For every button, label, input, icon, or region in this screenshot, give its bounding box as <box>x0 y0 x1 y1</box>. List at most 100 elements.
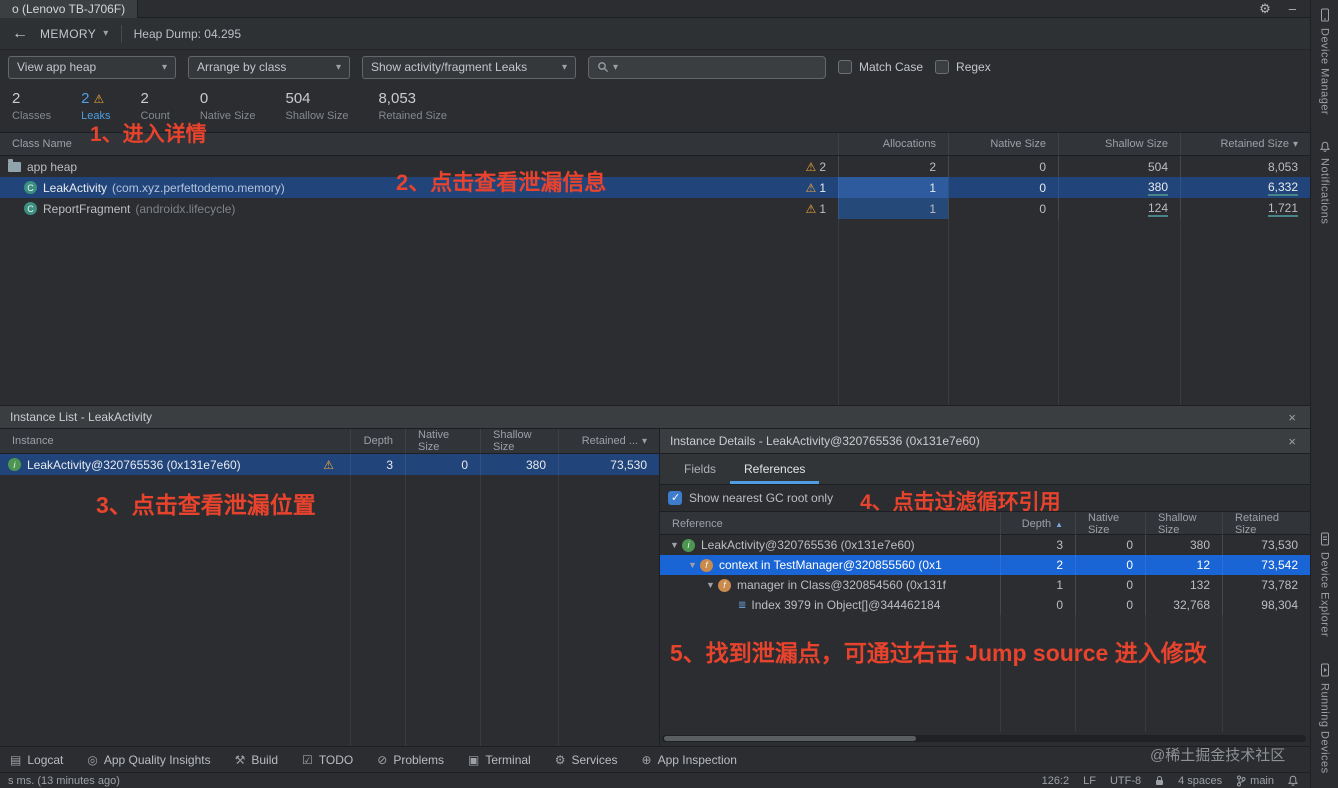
notifications-icon[interactable] <box>1288 775 1298 786</box>
profiler-type-dropdown[interactable]: MEMORY ▾ <box>40 27 109 41</box>
native-size-value: 0 <box>948 156 1058 177</box>
strip-notifications[interactable]: Notifications <box>1318 141 1331 225</box>
col-shallow-size[interactable]: Shallow Size <box>1058 133 1180 155</box>
col-native-size[interactable]: Native Size <box>1075 512 1145 536</box>
reference-row[interactable]: ▼ LeakActivity@320765536 (0x131e7e60) 3 … <box>660 535 1310 555</box>
search-history-chevron-icon[interactable]: ▾ <box>613 62 618 73</box>
strip-running-devices[interactable]: Running Devices <box>1319 663 1331 774</box>
tool-services[interactable]: ⚙ Services <box>555 753 618 767</box>
stat-count-value: 2 <box>140 90 149 107</box>
line-separator[interactable]: LF <box>1083 775 1096 787</box>
watermark: @稀土掘金技术社区 <box>1150 747 1286 764</box>
reference-name: Index 3979 in Object[]@344462184 <box>751 598 941 612</box>
file-encoding[interactable]: UTF-8 <box>1110 775 1141 787</box>
expand-chevron-icon[interactable]: ▼ <box>688 560 700 570</box>
instance-icon <box>682 538 695 552</box>
leak-count: 1 <box>819 201 826 216</box>
stat-classes: 2 Classes <box>12 89 51 132</box>
minimize-icon[interactable]: – <box>1289 1 1296 16</box>
allocations-value: 2 <box>838 156 948 177</box>
running-devices-icon <box>1320 663 1329 677</box>
indent-setting[interactable]: 4 spaces <box>1178 775 1222 787</box>
chevron-down-icon: ▾ <box>561 61 567 73</box>
col-shallow-size[interactable]: Shallow Size <box>1145 512 1222 536</box>
col-shallow-size[interactable]: Shallow Size <box>480 429 558 453</box>
gc-root-checkbox[interactable] <box>668 491 682 505</box>
col-depth[interactable]: Depth <box>350 429 405 453</box>
close-icon[interactable]: × <box>1284 434 1300 449</box>
heap-dump-label: Heap Dump: 04.295 <box>133 26 242 41</box>
search-icon <box>598 62 609 73</box>
expand-chevron-icon[interactable]: ▼ <box>670 540 682 550</box>
reference-row[interactable]: ▼ manager in Class@320854560 (0x131f 1 0… <box>660 575 1310 595</box>
window-title-tab[interactable]: o (Lenovo TB-J706F) <box>0 0 139 18</box>
warning-icon: ⚠ <box>805 201 817 216</box>
match-case-option[interactable]: Match Case <box>838 60 923 74</box>
back-arrow-icon[interactable]: ← <box>12 25 28 43</box>
native-size-value: 0 <box>948 177 1058 198</box>
col-retained-size[interactable]: Retained Size ▾ <box>1180 133 1310 155</box>
instance-list-title: Instance List - LeakActivity <box>10 410 153 424</box>
instance-row[interactable]: LeakActivity@320765536 (0x131e7e60) ⚠ 3 … <box>0 454 659 475</box>
class-icon <box>24 181 37 194</box>
close-icon[interactable]: × <box>1284 410 1300 425</box>
device-explorer-icon <box>1320 532 1329 546</box>
class-name: LeakActivity <box>43 180 108 195</box>
col-retained-size[interactable]: Retained Size <box>1222 512 1310 536</box>
col-retained[interactable]: Retained ... ▾ <box>558 429 659 453</box>
table-row-app-heap[interactable]: app heap ⚠ 2 2 0 504 8,053 <box>0 156 1310 177</box>
table-row-leakactivity[interactable]: LeakActivity (com.xyz.perfettodemo.memor… <box>0 177 1310 198</box>
col-native-size[interactable]: Native Size <box>948 133 1058 155</box>
strip-device-explorer[interactable]: Device Explorer <box>1319 532 1331 637</box>
tab-references[interactable]: References <box>730 454 819 484</box>
shallow-size-value: 132 <box>1145 575 1222 595</box>
leaks-filter-dropdown[interactable]: Show activity/fragment Leaks ▾ <box>362 55 576 79</box>
regex-option[interactable]: Regex <box>935 60 991 74</box>
sort-desc-icon: ▾ <box>1292 138 1298 150</box>
leaks-filter-value: Show activity/fragment Leaks <box>371 60 528 74</box>
reference-row-selected[interactable]: ▼ context in TestManager@320855560 (0x1 … <box>660 555 1310 575</box>
settings-gear-icon[interactable]: ⚙ <box>1259 1 1271 17</box>
reference-name: context in TestManager@320855560 (0x1 <box>719 558 942 572</box>
terminal-icon: ▣ <box>468 752 480 767</box>
tool-app-quality-insights[interactable]: ◎ App Quality Insights <box>87 753 210 767</box>
git-branch-widget[interactable]: main <box>1236 775 1274 787</box>
tool-todo[interactable]: ☑ TODO <box>302 753 353 767</box>
class-name: app heap <box>27 159 78 174</box>
scrollbar-thumb[interactable] <box>664 736 916 741</box>
caret-position[interactable]: 126:2 <box>1042 775 1070 787</box>
lock-icon[interactable] <box>1155 775 1164 786</box>
search-input[interactable] <box>622 60 817 74</box>
tool-build[interactable]: ⚒ Build <box>235 753 278 767</box>
instance-icon <box>8 458 21 471</box>
expand-chevron-icon[interactable]: ▼ <box>706 580 718 590</box>
table-row-reportfragment[interactable]: ReportFragment (androidx.lifecycle) ⚠1 1… <box>0 198 1310 219</box>
field-icon <box>718 578 731 592</box>
tool-logcat[interactable]: ▤ Logcat <box>10 753 63 767</box>
device-manager-icon <box>1320 8 1329 22</box>
retained-size-value: 6,332 <box>1267 179 1298 196</box>
instance-details-tabs: Fields References <box>660 454 1310 485</box>
tool-problems[interactable]: ⊘ Problems <box>377 753 444 767</box>
strip-device-manager[interactable]: Device Manager <box>1319 8 1331 115</box>
tool-terminal[interactable]: ▣ Terminal <box>468 753 531 767</box>
horizontal-scrollbar[interactable] <box>662 735 1306 742</box>
title-bar: o (Lenovo TB-J706F) ⚙ – <box>0 0 1310 18</box>
retained-size-value: 73,530 <box>558 454 659 475</box>
col-native-size[interactable]: Native Size <box>405 429 480 453</box>
tab-fields[interactable]: Fields <box>670 454 730 484</box>
reference-row[interactable]: ≣ Index 3979 in Object[]@344462184 0 0 3… <box>660 595 1310 615</box>
regex-checkbox[interactable] <box>935 60 950 74</box>
stat-retained-label: Retained Size <box>378 110 447 122</box>
arrange-dropdown[interactable]: Arrange by class ▾ <box>188 55 350 79</box>
heap-select-dropdown[interactable]: View app heap ▾ <box>8 55 176 79</box>
col-instance[interactable]: Instance <box>0 429 350 453</box>
strip-label: Device Explorer <box>1318 552 1331 638</box>
col-allocations[interactable]: Allocations <box>838 133 948 155</box>
search-box[interactable]: ▾ <box>588 55 826 79</box>
match-case-checkbox[interactable] <box>838 60 852 74</box>
heap-select-value: View app heap <box>17 60 97 74</box>
tool-app-inspection[interactable]: ⊕ App Inspection <box>642 753 737 767</box>
strip-label: Notifications <box>1318 158 1331 225</box>
stat-shallow-value: 504 <box>285 90 311 107</box>
